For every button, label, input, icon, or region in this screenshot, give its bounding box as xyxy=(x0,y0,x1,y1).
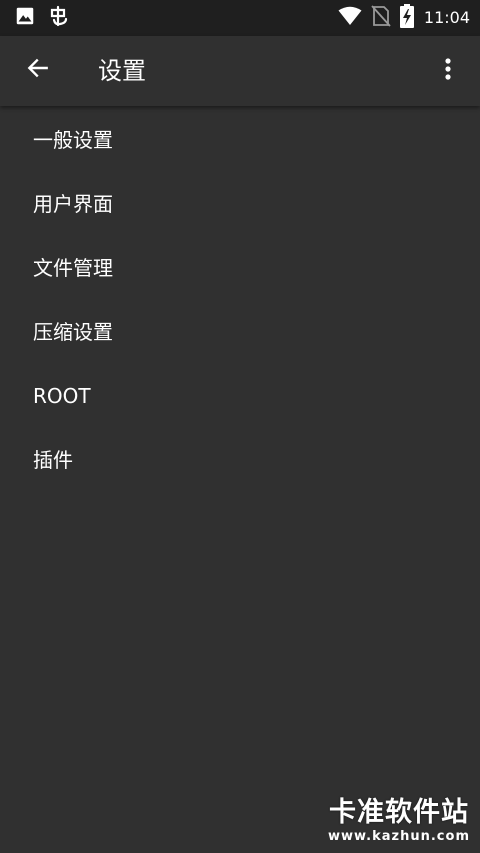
settings-item-file-management[interactable]: 文件管理 xyxy=(0,236,480,300)
settings-item-plugins[interactable]: 插件 xyxy=(0,428,480,492)
more-vert-icon xyxy=(444,57,452,85)
no-sim-icon xyxy=(371,5,391,31)
watermark-name: 卡准软件站 xyxy=(329,797,469,828)
status-time: 11:04 xyxy=(423,8,470,27)
screen: 11:04 设置 一般设置 用户界面 文件管理 压缩设置 ROOT 插件 卡准软… xyxy=(0,0,480,853)
arrow-back-icon xyxy=(25,55,51,85)
app-bar: 设置 xyxy=(0,36,480,106)
watermark-url: www.kazhun.com xyxy=(327,829,470,844)
status-bar: 11:04 xyxy=(0,0,480,36)
status-bar-left xyxy=(14,4,80,32)
status-bar-right: 11:04 xyxy=(329,4,470,32)
battery-charging-icon xyxy=(399,4,414,32)
wifi-icon xyxy=(338,5,362,31)
watermark: 卡准软件站 www.kazhun.com xyxy=(324,797,474,845)
settings-item-general[interactable]: 一般设置 xyxy=(0,108,480,172)
page-title: 设置 xyxy=(98,57,146,85)
image-icon xyxy=(14,5,36,31)
settings-item-compression[interactable]: 压缩设置 xyxy=(0,300,480,364)
overflow-menu-button[interactable] xyxy=(428,51,468,91)
bug-icon xyxy=(46,4,70,32)
settings-item-root[interactable]: ROOT xyxy=(0,364,480,428)
settings-list: 一般设置 用户界面 文件管理 压缩设置 ROOT 插件 xyxy=(0,108,480,492)
settings-item-user-interface[interactable]: 用户界面 xyxy=(0,172,480,236)
back-button[interactable] xyxy=(18,50,58,90)
